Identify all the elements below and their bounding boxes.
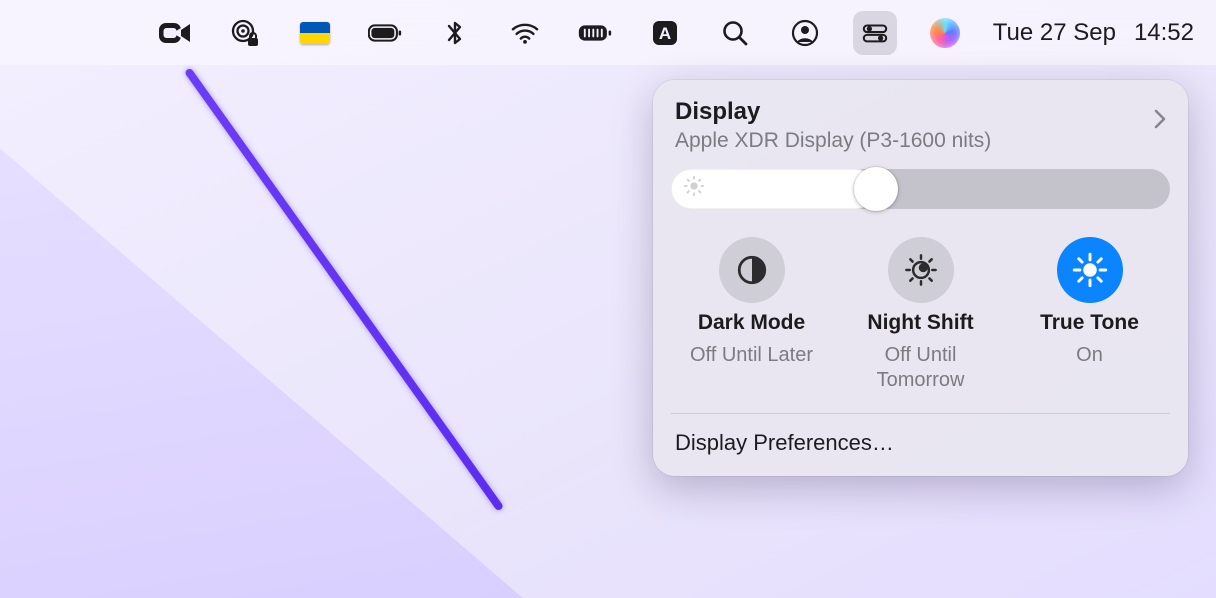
toggle-dark-mode[interactable]: Dark Mode Off Until Later bbox=[672, 237, 832, 393]
display-preferences-link[interactable]: Display Preferences… bbox=[653, 414, 1188, 476]
menubar-date: Tue 27 Sep bbox=[993, 19, 1116, 47]
menubar-datetime[interactable]: Tue 27 Sep 14:52 bbox=[993, 19, 1194, 47]
brightness-slider[interactable] bbox=[671, 169, 1170, 209]
panel-title: Display bbox=[675, 98, 991, 127]
brightness-slider-region bbox=[653, 161, 1188, 227]
menubar-time: 14:52 bbox=[1134, 19, 1194, 47]
panel-header[interactable]: Display Apple XDR Display (P3-1600 nits) bbox=[653, 94, 1188, 161]
siri-icon[interactable] bbox=[923, 11, 967, 55]
menubar: A Tue 27 Sep 14:52 bbox=[0, 0, 1216, 65]
battery-icon[interactable] bbox=[363, 11, 407, 55]
flag-icon[interactable] bbox=[293, 11, 337, 55]
chevron-right-icon[interactable] bbox=[1152, 108, 1168, 135]
toggle-label: Dark Mode bbox=[698, 311, 805, 335]
wallpaper-wedge-fill bbox=[0, 70, 560, 598]
spotlight-search-icon[interactable] bbox=[713, 11, 757, 55]
toggle-night-shift[interactable]: Night Shift Off Until Tomorrow bbox=[841, 237, 1001, 393]
night-shift-icon bbox=[888, 237, 954, 303]
input-source-icon[interactable]: A bbox=[643, 11, 687, 55]
bluetooth-icon[interactable] bbox=[433, 11, 477, 55]
toggle-status: Off Until Later bbox=[690, 343, 813, 368]
desktop: A Tue 27 Sep 14:52 Display Apple XDR Dis… bbox=[0, 0, 1216, 598]
brightness-slider-knob[interactable] bbox=[854, 167, 898, 211]
control-center-icon[interactable] bbox=[853, 11, 897, 55]
toggle-status: On bbox=[1076, 343, 1103, 368]
display-toggles-row: Dark Mode Off Until Later Night Shift Of… bbox=[653, 227, 1188, 413]
toggle-true-tone[interactable]: True Tone On bbox=[1010, 237, 1170, 393]
display-preferences-label: Display Preferences… bbox=[675, 430, 894, 455]
display-control-panel: Display Apple XDR Display (P3-1600 nits) bbox=[653, 80, 1188, 476]
toggle-label: Night Shift bbox=[867, 311, 973, 335]
panel-subtitle: Apple XDR Display (P3-1600 nits) bbox=[675, 129, 991, 153]
brightness-low-icon bbox=[683, 175, 705, 202]
facetime-icon[interactable] bbox=[153, 11, 197, 55]
user-account-icon[interactable] bbox=[783, 11, 827, 55]
airplay-lock-icon[interactable] bbox=[223, 11, 267, 55]
svg-text:A: A bbox=[659, 24, 671, 43]
true-tone-icon bbox=[1057, 237, 1123, 303]
toggle-status: Off Until Tomorrow bbox=[841, 343, 1001, 393]
battery-status-icon[interactable] bbox=[573, 11, 617, 55]
wifi-icon[interactable] bbox=[503, 11, 547, 55]
toggle-label: True Tone bbox=[1040, 311, 1139, 335]
dark-mode-icon bbox=[719, 237, 785, 303]
